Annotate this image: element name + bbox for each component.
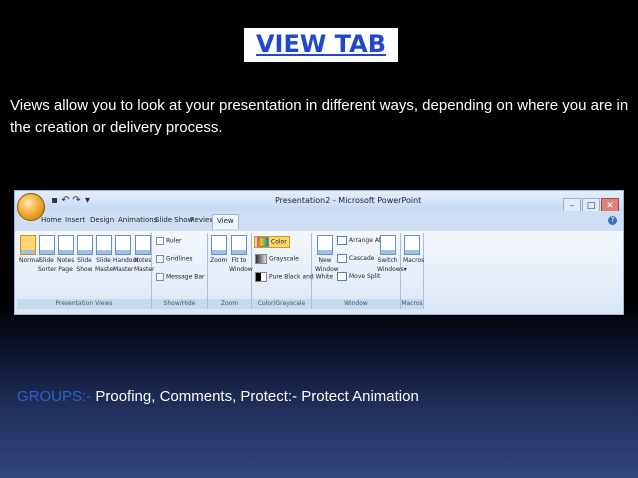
ribbon-view: Normal Slide Sorter Notes Page Slide Sho…: [15, 231, 623, 314]
group-label: Window: [312, 299, 400, 309]
handout-master-icon: [115, 235, 131, 255]
cascade-button[interactable]: Cascade: [337, 254, 374, 263]
arrange-all-button[interactable]: Arrange All: [337, 236, 382, 245]
macros-icon: [403, 235, 420, 255]
ribbon-tabs: Home Insert Design Animations Slide Show…: [15, 211, 623, 231]
slide-master-icon: [95, 235, 112, 255]
tab-view[interactable]: View: [212, 214, 239, 229]
qat-dropdown-icon[interactable]: ▾: [82, 195, 93, 206]
arrange-all-icon: [337, 236, 347, 245]
fit-to-window-icon: [231, 235, 247, 255]
move-split-button[interactable]: Move Split: [337, 272, 380, 281]
slide-show-button[interactable]: Slide Show: [76, 235, 93, 273]
slide-title: VIEW TAB: [255, 30, 387, 58]
tab-slide-show[interactable]: Slide Show: [155, 216, 193, 224]
groups-line: GROUPS:- Proofing, Comments, Protect:- P…: [17, 388, 419, 405]
notes-page-icon: [57, 235, 74, 255]
slide-sorter-icon: [38, 235, 55, 255]
tab-design[interactable]: Design: [90, 216, 114, 224]
new-window-icon: [317, 235, 333, 255]
fit-to-window-button[interactable]: Fit to Window: [229, 235, 253, 273]
grayscale-swatch-icon: [255, 254, 267, 264]
window-title: Presentation2 - Microsoft PowerPoint: [275, 196, 422, 205]
checkbox-icon: [156, 237, 164, 245]
quick-access-toolbar: ▪ ↶ ↷ ▾: [49, 195, 93, 206]
normal-view-button[interactable]: Normal: [19, 235, 41, 266]
groups-text: Proofing, Comments, Protect:- Protect An…: [95, 388, 419, 405]
color-swatch-icon: [257, 237, 269, 247]
window-titlebar: ▪ ↶ ↷ ▾ Presentation2 - Microsoft PowerPoin…: [15, 191, 623, 214]
macros-button[interactable]: Macros: [403, 235, 424, 266]
move-split-icon: [337, 272, 347, 281]
checkbox-icon: [156, 273, 164, 281]
new-window-button[interactable]: New Window: [315, 235, 339, 273]
group-zoom: Zoom Fit to Window Zoom: [208, 233, 253, 309]
slide-sorter-button[interactable]: Slide Sorter: [38, 235, 56, 273]
powerpoint-screenshot: ▪ ↶ ↷ ▾ Presentation2 - Microsoft PowerPoin…: [14, 190, 624, 315]
group-label: Color/Grayscale: [252, 299, 311, 309]
switch-windows-button[interactable]: Switch Windows▾: [377, 235, 407, 273]
group-color-grayscale: Color Grayscale Pure Black and White Col…: [252, 233, 333, 309]
notes-master-icon: [134, 235, 151, 255]
group-label: Show/Hide: [152, 299, 207, 309]
help-icon[interactable]: ?: [608, 216, 617, 225]
tab-insert[interactable]: Insert: [65, 216, 85, 224]
grayscale-button[interactable]: Grayscale: [255, 254, 299, 264]
slide-title-box: VIEW TAB: [244, 28, 398, 62]
color-button[interactable]: Color: [254, 236, 290, 248]
group-label: Zoom: [208, 299, 251, 309]
notes-master-button[interactable]: Notes Master: [134, 235, 155, 273]
cascade-icon: [337, 254, 347, 263]
normal-view-icon: [19, 235, 36, 255]
group-presentation-views: Normal Slide Sorter Notes Page Slide Sho…: [17, 233, 155, 309]
group-macros: Macros Macros: [401, 233, 424, 309]
ruler-checkbox[interactable]: Ruler: [156, 237, 182, 245]
switch-windows-icon: [379, 235, 396, 255]
undo-icon[interactable]: ↶: [60, 195, 71, 206]
group-window: New Window Arrange All Cascade Move Spli…: [312, 233, 407, 309]
intro-text: Views allow you to look at your presenta…: [10, 97, 629, 136]
tab-home[interactable]: Home: [41, 216, 62, 224]
notes-page-button[interactable]: Notes Page: [57, 235, 74, 273]
groups-label: GROUPS:-: [17, 388, 92, 405]
save-icon[interactable]: ▪: [49, 195, 60, 206]
zoom-button[interactable]: Zoom: [210, 235, 227, 266]
black-white-swatch-icon: [255, 272, 267, 282]
magnifier-icon: [210, 235, 227, 255]
redo-icon[interactable]: ↷: [71, 195, 82, 206]
group-label: Presentation Views: [17, 299, 151, 309]
slide-master-button[interactable]: Slide Master: [95, 235, 116, 273]
message-bar-checkbox[interactable]: Message Bar: [156, 273, 204, 281]
tab-animations[interactable]: Animations: [118, 216, 157, 224]
group-label: Macros: [401, 299, 423, 309]
handout-master-button[interactable]: Handout Master: [113, 235, 139, 273]
group-show-hide: Ruler Gridlines Message Bar Show/Hide: [152, 233, 208, 309]
slide-show-icon: [76, 235, 93, 255]
checkbox-icon: [156, 255, 164, 263]
gridlines-checkbox[interactable]: Gridlines: [156, 255, 193, 263]
office-button[interactable]: [17, 193, 45, 221]
